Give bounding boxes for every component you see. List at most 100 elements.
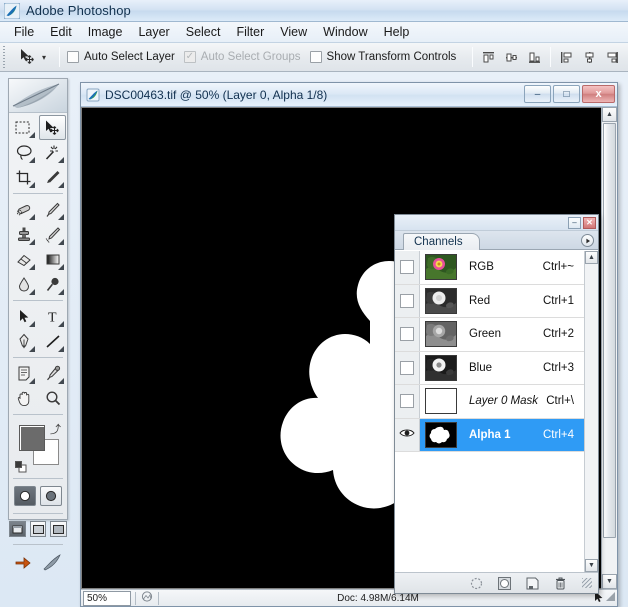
eye-checkbox[interactable] xyxy=(400,360,414,375)
path-selection-tool[interactable] xyxy=(10,304,37,329)
close-button[interactable]: x xyxy=(582,85,615,103)
palette-resize-grip[interactable] xyxy=(582,578,592,588)
notes-tool[interactable] xyxy=(10,361,37,386)
channels-scroll-up-arrow[interactable]: ▲ xyxy=(585,251,598,264)
pen-tool[interactable] xyxy=(10,329,37,354)
healing-brush-tool[interactable] xyxy=(10,197,37,222)
slice-tool[interactable] xyxy=(39,165,66,190)
full-screen-with-menubar-mode-button[interactable] xyxy=(29,521,47,537)
history-brush-tool[interactable] xyxy=(39,222,66,247)
channel-row-blue[interactable]: Blue Ctrl+3 xyxy=(395,351,584,385)
eye-checkbox[interactable] xyxy=(400,327,414,342)
palette-minimize-button[interactable]: – xyxy=(568,216,581,229)
channels-vertical-scrollbar[interactable]: ▲ ▼ xyxy=(584,251,598,572)
eye-checkbox[interactable] xyxy=(400,394,414,409)
tool-flyout-triangle-icon xyxy=(58,214,64,220)
gradient-tool[interactable] xyxy=(39,247,66,272)
channel-shortcut: Ctrl+1 xyxy=(543,294,574,307)
delete-channel-icon[interactable] xyxy=(552,575,568,591)
status-separator-1 xyxy=(135,591,136,605)
show-transform-controls-checkbox-group[interactable]: Show Transform Controls xyxy=(309,51,456,63)
auto-select-layer-checkbox[interactable] xyxy=(67,51,80,63)
standard-screen-mode-button[interactable] xyxy=(9,521,26,537)
channel-visibility-toggle[interactable] xyxy=(395,251,420,284)
eye-checkbox[interactable] xyxy=(400,260,414,275)
menu-item-edit[interactable]: Edit xyxy=(42,23,80,42)
default-colors-icon[interactable] xyxy=(15,461,27,473)
menu-item-file[interactable]: File xyxy=(6,23,42,42)
zoom-level-input[interactable]: 50% xyxy=(83,590,131,606)
channel-visibility-toggle[interactable] xyxy=(395,385,420,418)
menu-item-layer[interactable]: Layer xyxy=(130,23,177,42)
eyedropper-tool[interactable] xyxy=(39,361,66,386)
save-selection-as-channel-icon[interactable] xyxy=(496,575,512,591)
move-tool[interactable] xyxy=(38,115,66,140)
line-tool[interactable] xyxy=(39,329,66,354)
channels-palette-titlebar[interactable]: – ✕ xyxy=(395,215,598,231)
channel-row-layer-0-mask[interactable]: Layer 0 Mask Ctrl+\ xyxy=(395,385,584,419)
standard-mask-mode-button[interactable] xyxy=(14,486,36,506)
minimize-button[interactable]: – xyxy=(524,85,551,103)
menu-item-view[interactable]: View xyxy=(272,23,315,42)
panel-menu-icon[interactable] xyxy=(581,234,594,247)
brush-tool[interactable] xyxy=(39,197,66,222)
channel-row-rgb[interactable]: RGB Ctrl+~ xyxy=(395,251,584,285)
toolbox-header-feather-banner[interactable] xyxy=(9,79,67,113)
align-vertical-centers-icon[interactable] xyxy=(503,49,520,66)
align-horizontal-centers-icon[interactable] xyxy=(581,49,598,66)
rectangular-marquee-tool[interactable] xyxy=(10,115,37,140)
channel-row-alpha-1[interactable]: Alpha 1 Ctrl+4 xyxy=(395,418,584,452)
options-bar-grip[interactable] xyxy=(2,45,9,69)
vertical-scroll-thumb[interactable] xyxy=(603,123,616,538)
align-right-edges-icon[interactable] xyxy=(604,49,621,66)
magic-wand-tool[interactable] xyxy=(39,140,66,165)
dodge-tool[interactable] xyxy=(39,272,66,297)
imageready-feather-icon[interactable] xyxy=(42,553,62,574)
menu-item-help[interactable]: Help xyxy=(376,23,418,42)
foreground-color-swatch[interactable] xyxy=(19,425,45,451)
channel-row-red[interactable]: Red Ctrl+1 xyxy=(395,284,584,318)
lasso-tool[interactable] xyxy=(10,140,37,165)
scroll-up-arrow[interactable]: ▲ xyxy=(602,107,617,122)
crop-tool[interactable] xyxy=(10,165,37,190)
palette-close-button[interactable]: ✕ xyxy=(583,216,596,229)
align-left-edges-icon[interactable] xyxy=(558,49,575,66)
document-titlebar[interactable]: DSC00463.tif @ 50% (Layer 0, Alpha 1/8) … xyxy=(81,83,617,107)
channel-visibility-toggle[interactable] xyxy=(395,284,420,317)
blur-tool[interactable] xyxy=(10,272,37,297)
menu-item-filter[interactable]: Filter xyxy=(228,23,272,42)
active-tool-preset-picker[interactable]: ▾ xyxy=(12,47,52,68)
eye-icon[interactable] xyxy=(399,427,415,442)
eye-checkbox[interactable] xyxy=(400,293,414,308)
canvas-vertical-scrollbar[interactable]: ▲ ▼ xyxy=(601,107,617,589)
create-new-channel-icon[interactable] xyxy=(524,575,540,591)
swap-colors-icon[interactable]: ⤴ xyxy=(50,421,61,437)
preview-thumbnail-icon[interactable] xyxy=(140,590,154,606)
channel-visibility-toggle[interactable] xyxy=(395,418,420,451)
clone-stamp-tool[interactable] xyxy=(10,222,37,247)
load-channel-as-selection-icon[interactable] xyxy=(468,575,484,591)
channel-row-green[interactable]: Green Ctrl+2 xyxy=(395,318,584,352)
align-top-edges-icon[interactable] xyxy=(480,49,497,66)
menu-item-select[interactable]: Select xyxy=(178,23,229,42)
jump-to-imageready-icon[interactable] xyxy=(14,553,36,574)
menu-item-window[interactable]: Window xyxy=(315,23,375,42)
full-screen-mode-button[interactable] xyxy=(50,521,68,537)
tab-channels[interactable]: Channels xyxy=(403,233,480,251)
hand-tool[interactable] xyxy=(10,386,37,411)
channel-visibility-toggle[interactable] xyxy=(395,318,420,351)
align-bottom-edges-icon[interactable] xyxy=(526,49,543,66)
type-tool[interactable]: T xyxy=(39,304,66,329)
channel-visibility-toggle[interactable] xyxy=(395,351,420,384)
quick-mask-mode-button[interactable] xyxy=(40,486,62,506)
auto-select-layer-checkbox-group[interactable]: Auto Select Layer xyxy=(67,51,175,63)
status-resize-grip-icon[interactable] xyxy=(605,590,617,606)
channels-scroll-down-arrow[interactable]: ▼ xyxy=(585,559,598,572)
scroll-down-arrow[interactable]: ▼ xyxy=(602,574,617,589)
zoom-tool[interactable] xyxy=(39,386,66,411)
maximize-button[interactable]: □ xyxy=(553,85,580,103)
eraser-tool[interactable] xyxy=(10,247,37,272)
auto-select-groups-checkbox xyxy=(183,51,196,63)
show-transform-controls-checkbox[interactable] xyxy=(309,51,322,63)
menu-item-image[interactable]: Image xyxy=(80,23,131,42)
